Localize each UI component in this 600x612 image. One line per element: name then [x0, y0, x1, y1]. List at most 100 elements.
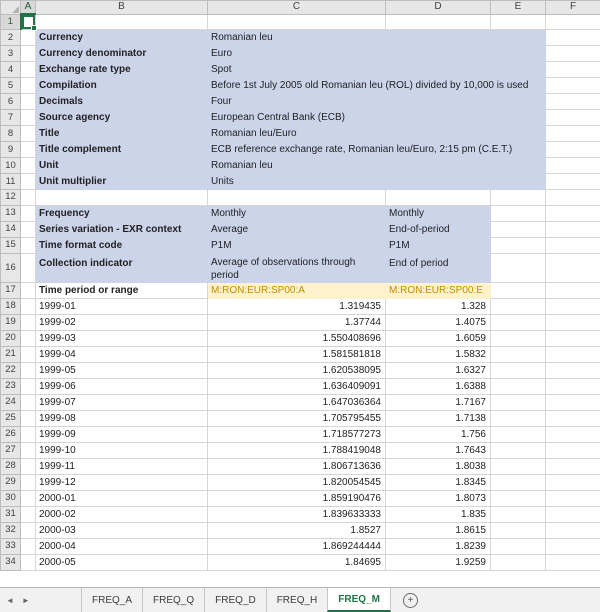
cell-E27[interactable]	[490, 441, 546, 459]
cell-C8[interactable]: Romanian leu/Euro	[207, 125, 546, 142]
cell-D23[interactable]: 1.6388	[385, 377, 491, 395]
row-header-13[interactable]: 13	[0, 204, 21, 222]
tab-scroll-left-icon[interactable]: ◄	[6, 596, 14, 605]
cell-A23[interactable]	[20, 377, 36, 395]
cell-C18[interactable]: 1.319435	[207, 297, 386, 315]
row-header-24[interactable]: 24	[0, 393, 21, 411]
cell-C3[interactable]: Euro	[207, 45, 546, 62]
row-header-10[interactable]: 10	[0, 157, 21, 174]
row-header-34[interactable]: 34	[0, 553, 21, 571]
cell-A10[interactable]	[20, 157, 36, 174]
cell-D27[interactable]: 1.7643	[385, 441, 491, 459]
cell-A24[interactable]	[20, 393, 36, 411]
cell-A21[interactable]	[20, 345, 36, 363]
cell-E32[interactable]	[490, 521, 546, 539]
column-header-E[interactable]: E	[490, 0, 546, 15]
cell-F21[interactable]	[545, 345, 600, 363]
row-header-33[interactable]: 33	[0, 537, 21, 555]
row-header-16[interactable]: 16	[0, 252, 21, 283]
cell-B11[interactable]: Unit multiplier	[35, 173, 208, 190]
cell-D15[interactable]: P1M	[385, 236, 491, 254]
row-header-23[interactable]: 23	[0, 377, 21, 395]
cell-C25[interactable]: 1.705795455	[207, 409, 386, 427]
row-header-15[interactable]: 15	[0, 236, 21, 254]
cell-E31[interactable]	[490, 505, 546, 523]
column-header-D[interactable]: D	[385, 0, 491, 15]
cell-A28[interactable]	[20, 457, 36, 475]
cell-B27[interactable]: 1999-10	[35, 441, 208, 459]
row-header-26[interactable]: 26	[0, 425, 21, 443]
cell-A5[interactable]	[20, 77, 36, 94]
row-header-2[interactable]: 2	[0, 29, 21, 46]
row-header-1[interactable]: 1	[0, 13, 22, 30]
cell-F31[interactable]	[545, 505, 600, 523]
cell-F22[interactable]	[545, 361, 600, 379]
cell-E30[interactable]	[490, 489, 546, 507]
column-header-A[interactable]: A	[20, 0, 36, 15]
cell-F17[interactable]	[545, 281, 600, 299]
cell-C13[interactable]: Monthly	[207, 204, 386, 222]
cell-A19[interactable]	[20, 313, 36, 331]
cell-E19[interactable]	[490, 313, 546, 331]
cell-E21[interactable]	[490, 345, 546, 363]
cell-A15[interactable]	[20, 236, 36, 254]
cell-F9[interactable]	[545, 141, 600, 158]
cell-C28[interactable]: 1.806713636	[207, 457, 386, 475]
cell-E1[interactable]	[490, 13, 546, 30]
row-header-11[interactable]: 11	[0, 173, 21, 190]
cell-C33[interactable]: 1.869244444	[207, 537, 386, 555]
cell-B28[interactable]: 1999-11	[35, 457, 208, 475]
cell-F4[interactable]	[545, 61, 600, 78]
cell-A17[interactable]	[20, 281, 36, 299]
row-header-18[interactable]: 18	[0, 297, 21, 315]
row-header-27[interactable]: 27	[0, 441, 21, 459]
cell-F3[interactable]	[545, 45, 600, 62]
cell-B15[interactable]: Time format code	[35, 236, 208, 254]
cell-D31[interactable]: 1.835	[385, 505, 491, 523]
cell-E26[interactable]	[490, 425, 546, 443]
cell-F8[interactable]	[545, 125, 600, 142]
cell-D13[interactable]: Monthly	[385, 204, 491, 222]
cell-C31[interactable]: 1.839633333	[207, 505, 386, 523]
cell-F5[interactable]	[545, 77, 600, 94]
cell-C23[interactable]: 1.636409091	[207, 377, 386, 395]
cell-D17[interactable]: M:RON:EUR:SP00:E	[385, 281, 491, 299]
cell-C5[interactable]: Before 1st July 2005 old Romanian leu (R…	[207, 77, 546, 94]
cell-B7[interactable]: Source agency	[35, 109, 208, 126]
cell-E22[interactable]	[490, 361, 546, 379]
row-header-8[interactable]: 8	[0, 125, 21, 142]
cell-A31[interactable]	[20, 505, 36, 523]
row-header-6[interactable]: 6	[0, 93, 21, 110]
cell-B8[interactable]: Title	[35, 125, 208, 142]
row-header-12[interactable]: 12	[0, 189, 21, 206]
cell-F29[interactable]	[545, 473, 600, 491]
tab-scroll-right-icon[interactable]: ►	[22, 596, 30, 605]
cell-D22[interactable]: 1.6327	[385, 361, 491, 379]
row-header-3[interactable]: 3	[0, 45, 21, 62]
cell-A12[interactable]	[20, 189, 36, 206]
cell-D33[interactable]: 1.8239	[385, 537, 491, 555]
cell-E12[interactable]	[490, 189, 546, 206]
cell-F6[interactable]	[545, 93, 600, 110]
cell-B18[interactable]: 1999-01	[35, 297, 208, 315]
row-header-14[interactable]: 14	[0, 220, 21, 238]
cell-B21[interactable]: 1999-04	[35, 345, 208, 363]
cell-E14[interactable]	[490, 220, 546, 238]
cell-B23[interactable]: 1999-06	[35, 377, 208, 395]
cell-F25[interactable]	[545, 409, 600, 427]
cell-D25[interactable]: 1.7138	[385, 409, 491, 427]
cell-B22[interactable]: 1999-05	[35, 361, 208, 379]
sheet-tab-freq-m[interactable]: FREQ_M	[327, 588, 391, 612]
cell-C17[interactable]: M:RON:EUR:SP00:A	[207, 281, 386, 299]
cell-F20[interactable]	[545, 329, 600, 347]
cell-D18[interactable]: 1.328	[385, 297, 491, 315]
cell-C12[interactable]	[207, 189, 386, 206]
cell-F7[interactable]	[545, 109, 600, 126]
cell-E28[interactable]	[490, 457, 546, 475]
cell-B31[interactable]: 2000-02	[35, 505, 208, 523]
sheet-tab-freq-d[interactable]: FREQ_D	[204, 588, 267, 612]
row-header-9[interactable]: 9	[0, 141, 21, 158]
cell-D1[interactable]	[385, 13, 491, 30]
cell-F32[interactable]	[545, 521, 600, 539]
cell-A2[interactable]	[20, 29, 36, 46]
